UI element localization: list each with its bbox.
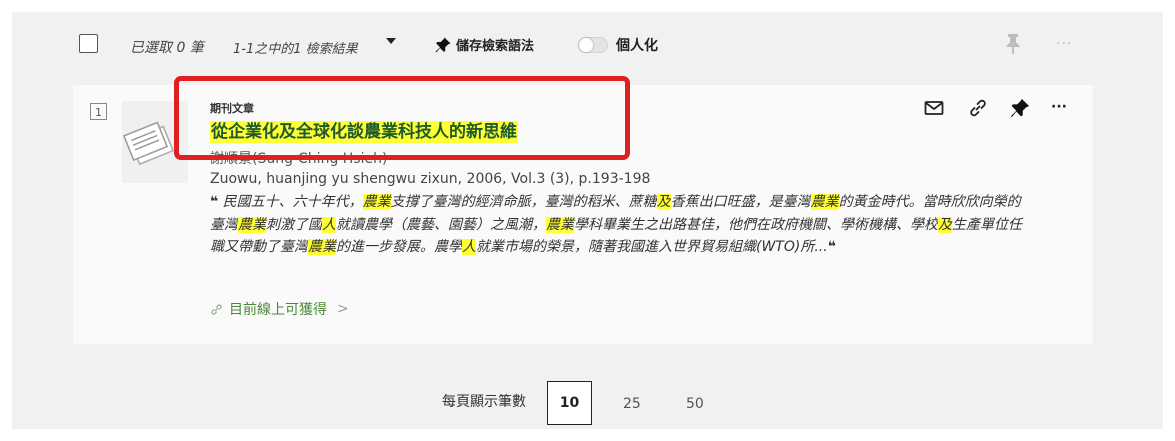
more-actions-icon[interactable]: ··· [1051,99,1073,121]
toggle-switch[interactable] [578,37,608,53]
result-authors[interactable]: 謝順景(Sung-Ching Hsieh) [210,148,387,168]
abstract-segment: 民國五十、六十年代， [222,194,363,210]
result-abstract: ❝ 民國五十、六十年代，農業支撐了臺灣的經濟命脈，臺灣的稻米、蔗糖及香蕉出口旺盛… [210,191,1030,259]
highlighted-term: 農業 [362,194,391,210]
result-source: Zuowu, huanjing yu shengwu zixun, 2006, … [210,171,651,187]
toolbar-more-icon[interactable]: ··· [1056,36,1072,52]
highlighted-term: 農業 [810,194,839,210]
highlighted-term: 及 [656,194,671,210]
abstract-text: 民國五十、六十年代，農業支撐了臺灣的經濟命脈，臺灣的稻米、蔗糖及香蕉出口旺盛，是… [210,194,1022,255]
pin-icon [435,37,451,52]
highlighted-term: 及 [938,216,952,233]
toggle-knob [579,38,593,52]
abstract-segment: 刺激了國 [266,216,322,233]
chevron-right-icon: > [337,301,349,317]
page-size-10[interactable]: 10 [547,381,592,425]
personalize-label: 個人化 [616,38,658,54]
highlighted-term: 農業 [308,239,336,255]
page-size-50[interactable]: 50 [686,396,704,412]
page-size-25[interactable]: 25 [623,396,641,412]
pin-all-icon[interactable] [1004,33,1022,55]
highlighted-term: 人 [322,216,336,233]
select-all-checkbox[interactable] [79,34,98,53]
document-icon [122,121,175,166]
highlighted-term: 農業 [238,216,266,233]
selected-count: 已選取 0 筆 [130,40,204,56]
pagination: 每頁顯示筆數 10 25 50 [12,367,1163,425]
close-quote-icon: ❝ [827,239,836,255]
results-toolbar: 已選取 0 筆 1-1之中的1 檢索結果 儲存檢索語法 個人化 ··· [12,12,1163,78]
result-item: 1 期刊文章 從企業化及全球化談農業科技人的新思維 謝順景(Sung-Ching… [73,85,1093,344]
permalink-icon[interactable] [967,97,989,119]
article-thumbnail[interactable] [122,101,188,183]
per-page-label: 每頁顯示筆數 [442,394,526,410]
save-query-label: 儲存檢索語法 [456,39,535,54]
highlighted-term: 人 [462,239,476,255]
personalize-toggle[interactable]: 個人化 [578,35,658,55]
pin-item-icon[interactable] [1009,97,1031,119]
result-count-dropdown[interactable]: 1-1之中的1 檢索結果 [233,38,358,57]
open-quote-icon: ❝ [210,194,219,210]
abstract-segment: 學科畢業生之出路甚佳，他們在政府機關、學術機構、學校 [574,216,938,233]
results-page: 已選取 0 筆 1-1之中的1 檢索結果 儲存檢索語法 個人化 ··· 1 期刊… [12,12,1163,429]
email-icon[interactable] [923,97,945,119]
highlighted-term: 農業 [546,216,574,233]
caret-down-icon[interactable] [386,38,396,44]
abstract-segment: 的進一步發展。農學 [336,239,462,255]
abstract-segment: 就業市場的榮景，隨著我國進入世界貿易組織(WTO)所... [476,239,828,255]
result-title-link[interactable]: 從企業化及全球化談農業科技人的新思維 [210,121,518,143]
availability-label: 目前線上可獲得 [229,302,327,318]
document-type: 期刊文章 [210,102,254,115]
abstract-segment: 香蕉出口旺盛，是臺灣 [670,194,811,210]
abstract-segment: 支撐了臺灣的經濟命脈，臺灣的稻米、蔗糖 [390,194,657,210]
link-icon [211,303,222,315]
abstract-segment: 就讀農學（農藝、園藝）之風潮， [336,216,546,233]
save-query-button[interactable]: 儲存檢索語法 [434,35,534,54]
availability-link[interactable]: 目前線上可獲得 > [210,299,349,319]
result-index[interactable]: 1 [90,103,107,120]
